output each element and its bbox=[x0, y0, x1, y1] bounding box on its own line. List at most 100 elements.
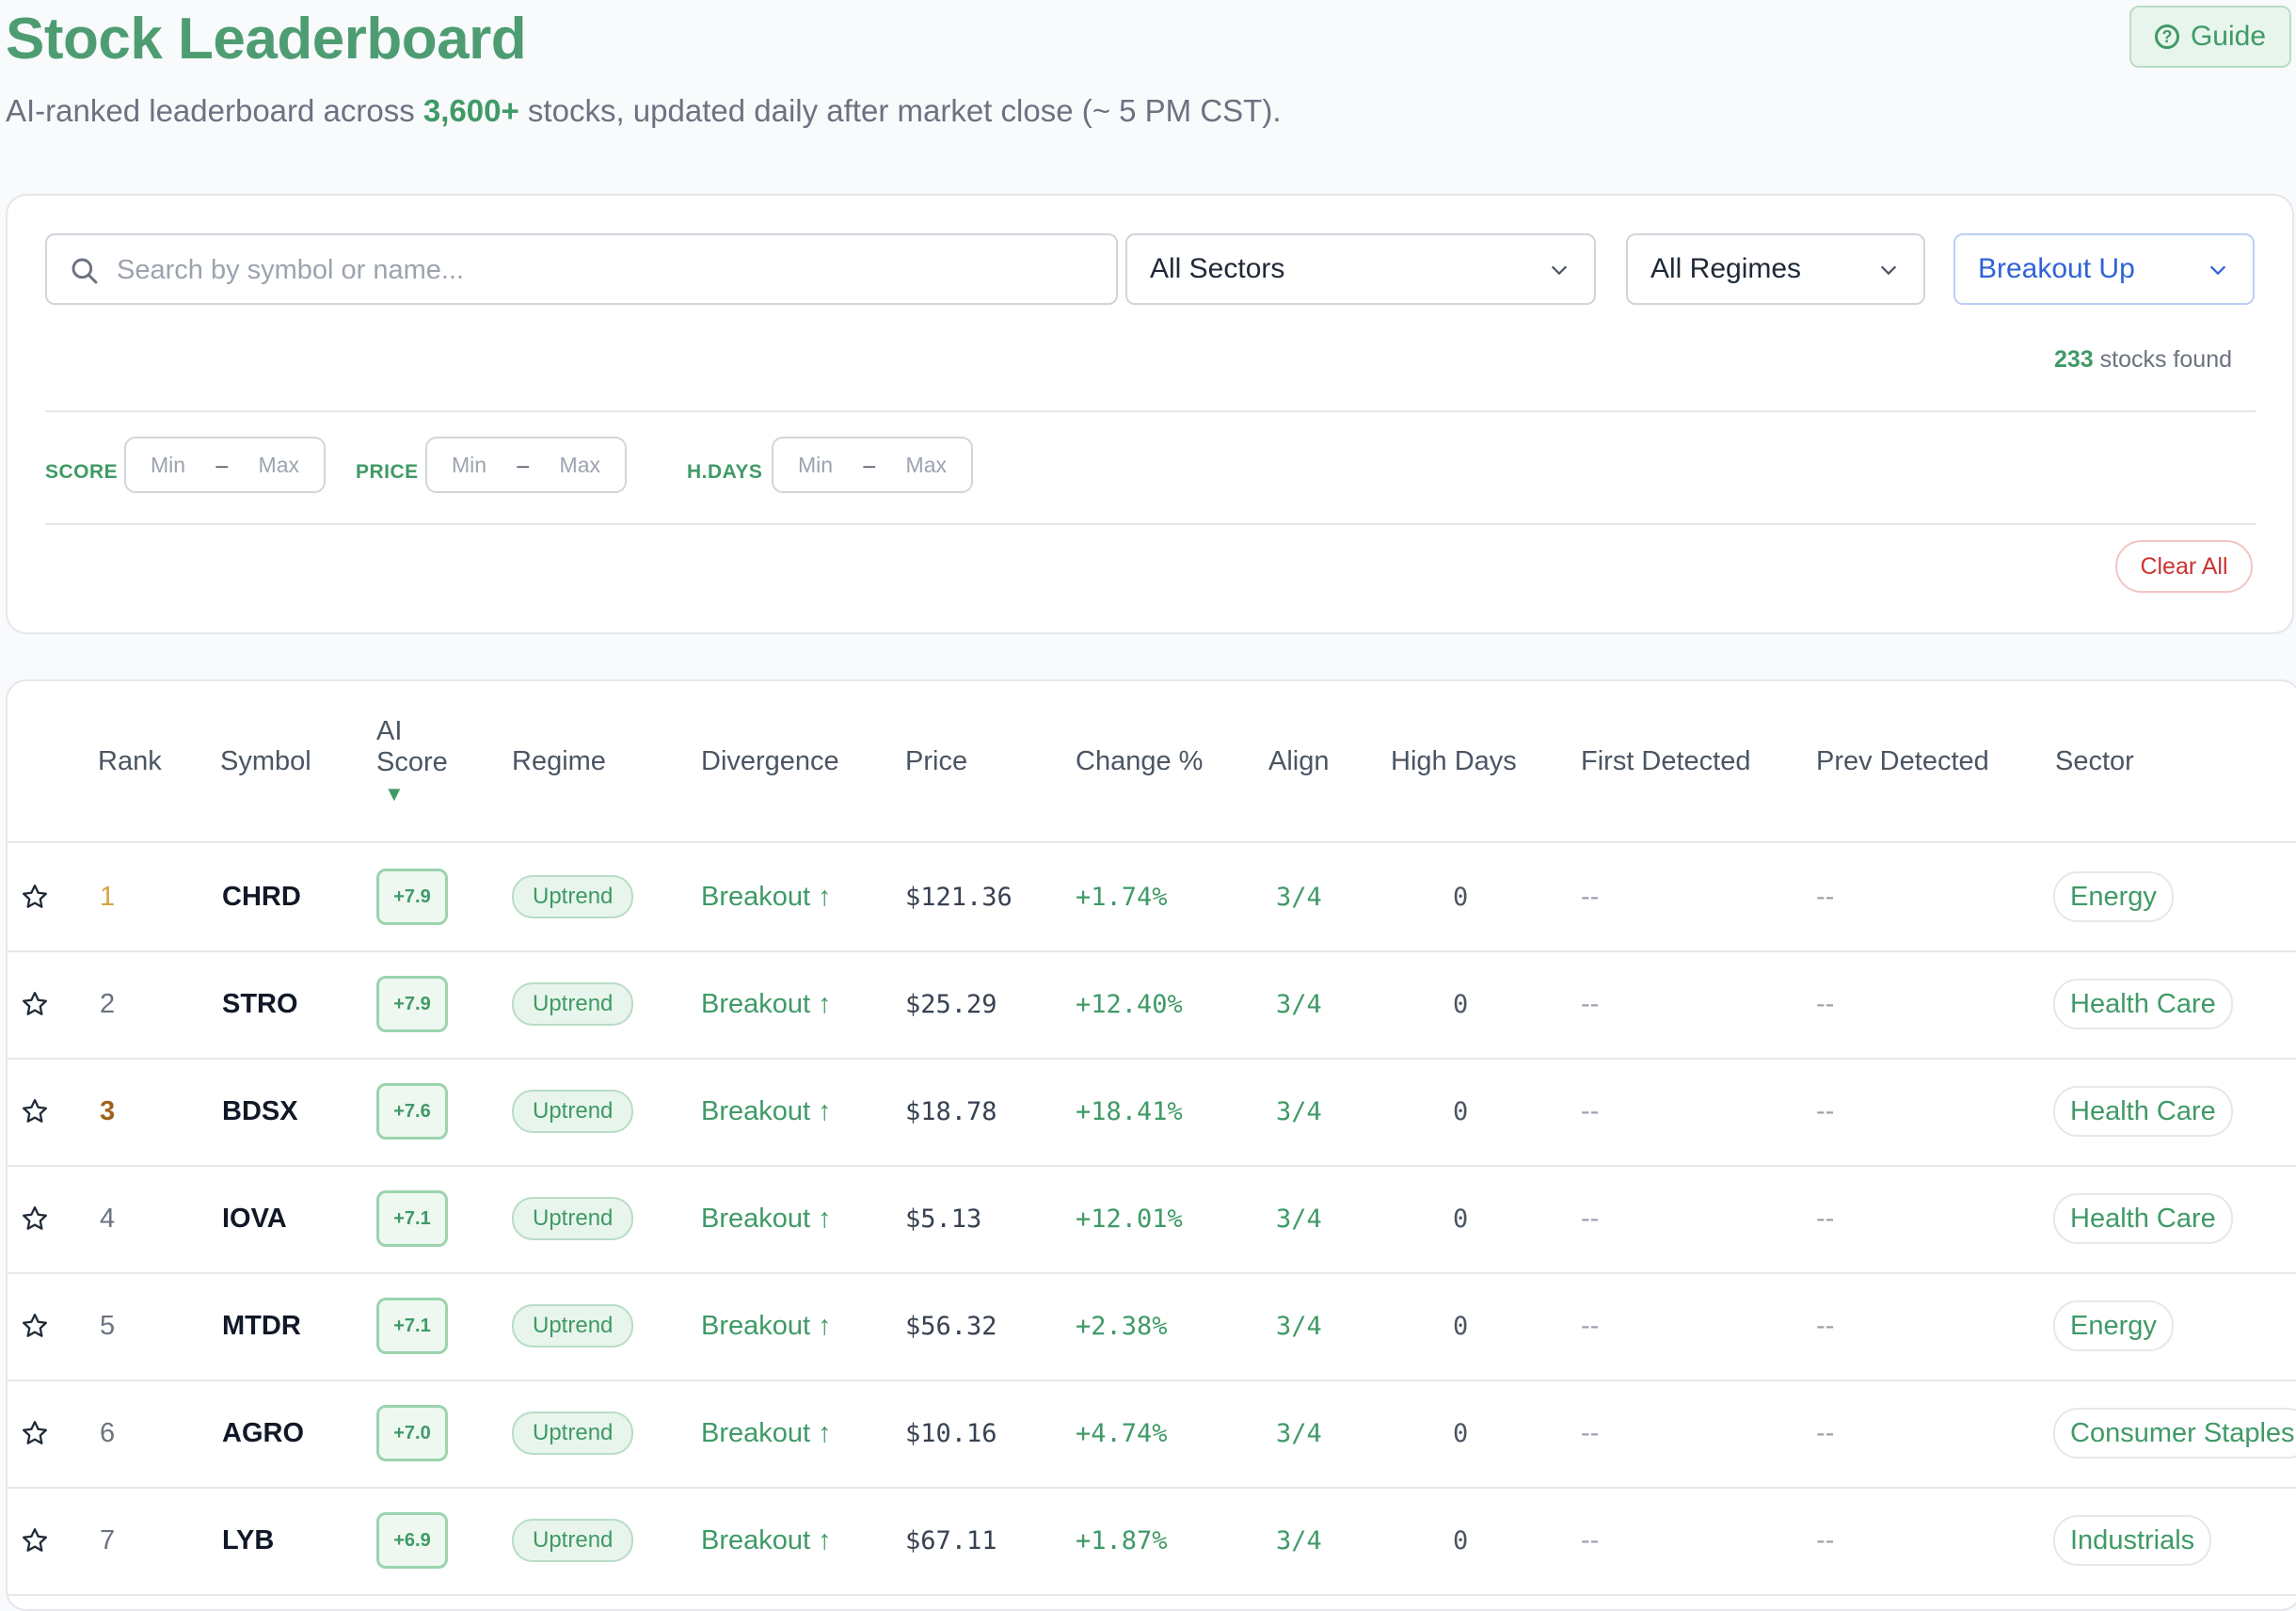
align-cell: 3/4 bbox=[1276, 1418, 1322, 1448]
filter-divider bbox=[45, 410, 2256, 412]
high-days-cell: 0 bbox=[1453, 989, 1469, 1019]
price-min-input[interactable]: Min bbox=[452, 453, 486, 478]
favorite-star-icon[interactable] bbox=[21, 1272, 49, 1380]
symbol-cell[interactable]: STRO bbox=[222, 950, 298, 1058]
sort-desc-icon: ▼ bbox=[384, 782, 405, 806]
price-cell: $25.29 bbox=[905, 989, 997, 1019]
table-row[interactable]: 1 CHRD +7.9 Uptrend Breakout ↑ $121.36 +1.74% 3… bbox=[8, 843, 2296, 952]
table-row[interactable]: 5 MTDR +7.1 Uptrend Breakout ↑ $56.32 +2.38% 3/… bbox=[8, 1272, 2296, 1381]
ai-score-cell: +7.1 bbox=[376, 1272, 448, 1380]
table-row[interactable]: 6 AGRO +7.0 Uptrend Breakout ↑ $10.16 +4.74% 3/… bbox=[8, 1380, 2296, 1489]
regime-cell: Uptrend bbox=[512, 1058, 634, 1165]
favorite-star-icon[interactable] bbox=[21, 843, 49, 950]
rank-cell: 2 bbox=[100, 988, 116, 1019]
hdays-min-input[interactable]: Min bbox=[798, 453, 833, 478]
hdays-range-label: H.DAYS bbox=[687, 461, 763, 483]
ai-score-cell: +7.9 bbox=[376, 950, 448, 1058]
score-range-label: SCORE bbox=[45, 461, 119, 483]
col-header-regime[interactable]: Regime bbox=[512, 681, 606, 841]
high-days-cell: 0 bbox=[1453, 882, 1469, 912]
col-header-prev-detected[interactable]: Prev Detected bbox=[1816, 681, 1989, 841]
align-cell: 3/4 bbox=[1276, 989, 1322, 1019]
rank-cell: 6 bbox=[100, 1417, 116, 1448]
sector-badge: Industrials bbox=[2053, 1515, 2212, 1566]
col-header-symbol[interactable]: Symbol bbox=[220, 681, 311, 841]
col-header-align[interactable]: Align bbox=[1268, 681, 1330, 841]
guide-button[interactable]: ? Guide bbox=[2129, 6, 2291, 68]
align-cell: 3/4 bbox=[1276, 1525, 1322, 1555]
symbol-cell[interactable]: BDSX bbox=[222, 1058, 298, 1165]
search-icon bbox=[72, 258, 98, 284]
symbol-cell[interactable]: LYB bbox=[222, 1487, 274, 1594]
col-header-ai-score-line1: AI bbox=[376, 716, 403, 746]
ai-score-badge: +7.9 bbox=[376, 869, 448, 925]
search-input[interactable] bbox=[115, 235, 1097, 305]
table-row[interactable]: 4 IOVA +7.1 Uptrend Breakout ↑ $5.13 +12.01% 3/… bbox=[8, 1165, 2296, 1274]
first-detected-cell: -- bbox=[1581, 1310, 1600, 1341]
regime-cell: Uptrend bbox=[512, 843, 634, 950]
symbol-cell[interactable]: MTDR bbox=[222, 1272, 301, 1380]
regime-badge: Uptrend bbox=[512, 875, 634, 918]
price-max-input[interactable]: Max bbox=[560, 453, 600, 478]
col-header-sector[interactable]: Sector bbox=[2055, 681, 2134, 841]
hdays-max-input[interactable]: Max bbox=[906, 453, 947, 478]
favorite-star-icon[interactable] bbox=[21, 1058, 49, 1165]
col-header-ai-score[interactable]: AI Score ▼ bbox=[376, 681, 448, 841]
rank-cell: 5 bbox=[100, 1310, 116, 1341]
change-cell: +4.74% bbox=[1076, 1418, 1168, 1448]
signal-select-value: Breakout Up bbox=[1978, 253, 2135, 284]
favorite-star-icon[interactable] bbox=[21, 1380, 49, 1487]
price-range-input[interactable]: Min – Max bbox=[425, 437, 627, 493]
chevron-down-icon bbox=[1551, 265, 1568, 276]
col-header-change[interactable]: Change % bbox=[1076, 681, 1203, 841]
change-cell: +12.40% bbox=[1076, 989, 1183, 1019]
col-header-high-days[interactable]: High Days bbox=[1391, 681, 1517, 841]
price-cell: $121.36 bbox=[905, 882, 1012, 912]
question-circle-icon: ? bbox=[2154, 24, 2179, 49]
favorite-star-icon[interactable] bbox=[21, 1487, 49, 1594]
ai-score-badge: +7.1 bbox=[376, 1298, 448, 1354]
change-cell: +12.01% bbox=[1076, 1204, 1183, 1234]
range-separator: – bbox=[863, 452, 876, 477]
hdays-range-input[interactable]: Min – Max bbox=[772, 437, 973, 493]
col-header-ai-score-line2: Score bbox=[376, 747, 448, 777]
sector-select-value: All Sectors bbox=[1150, 253, 1285, 284]
regime-badge: Uptrend bbox=[512, 1519, 634, 1562]
table-row[interactable]: 7 LYB +6.9 Uptrend Breakout ↑ $67.11 +1.87% 3/4… bbox=[8, 1487, 2296, 1596]
sector-cell: Consumer Staples bbox=[2053, 1380, 2296, 1487]
regime-select[interactable]: All Regimes bbox=[1626, 233, 1925, 305]
clear-all-button[interactable]: Clear All bbox=[2115, 540, 2253, 593]
symbol-cell[interactable]: IOVA bbox=[222, 1165, 287, 1272]
favorite-star-icon[interactable] bbox=[21, 1165, 49, 1272]
col-header-rank[interactable]: Rank bbox=[98, 681, 162, 841]
table-row[interactable]: 3 BDSX +7.6 Uptrend Breakout ↑ $18.78 +18.41% 3… bbox=[8, 1058, 2296, 1167]
sector-select[interactable]: All Sectors bbox=[1125, 233, 1596, 305]
score-min-input[interactable]: Min bbox=[151, 453, 185, 478]
first-detected-cell: -- bbox=[1581, 1524, 1600, 1555]
col-header-first-detected[interactable]: First Detected bbox=[1581, 681, 1751, 841]
align-cell: 3/4 bbox=[1276, 1311, 1322, 1341]
sector-badge: Consumer Staples bbox=[2053, 1408, 2296, 1459]
ai-score-cell: +7.9 bbox=[376, 843, 448, 950]
score-range-input[interactable]: Min – Max bbox=[124, 437, 326, 493]
change-cell: +2.38% bbox=[1076, 1311, 1168, 1341]
regime-cell: Uptrend bbox=[512, 1272, 634, 1380]
leaderboard-page: Stock Leaderboard AI-ranked leaderboard … bbox=[0, 0, 2296, 1611]
align-cell: 3/4 bbox=[1276, 1204, 1322, 1234]
ai-score-badge: +7.6 bbox=[376, 1083, 448, 1140]
prev-detected-cell: -- bbox=[1816, 988, 1835, 1019]
rank-cell: 7 bbox=[100, 1524, 116, 1555]
symbol-cell[interactable]: AGRO bbox=[222, 1380, 304, 1487]
favorite-star-icon[interactable] bbox=[21, 950, 49, 1058]
sector-cell: Energy bbox=[2053, 1272, 2174, 1380]
table-row[interactable]: 2 STRO +7.9 Uptrend Breakout ↑ $25.29 +12.40% 3… bbox=[8, 950, 2296, 1060]
change-cell: +1.74% bbox=[1076, 882, 1168, 912]
search-box bbox=[45, 233, 1118, 305]
regime-badge: Uptrend bbox=[512, 1197, 634, 1240]
score-max-input[interactable]: Max bbox=[259, 453, 299, 478]
col-header-divergence[interactable]: Divergence bbox=[701, 681, 839, 841]
ai-score-badge: +6.9 bbox=[376, 1512, 448, 1569]
col-header-price[interactable]: Price bbox=[905, 681, 967, 841]
signal-select[interactable]: Breakout Up bbox=[1953, 233, 2255, 305]
symbol-cell[interactable]: CHRD bbox=[222, 843, 301, 950]
